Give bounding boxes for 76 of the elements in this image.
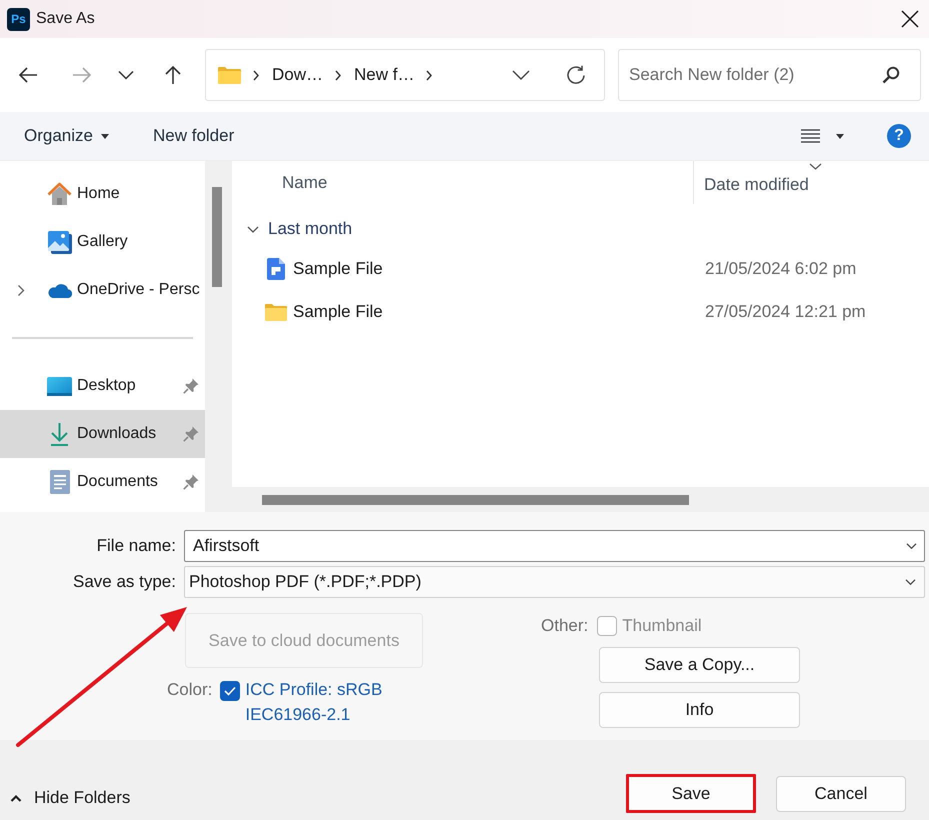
field-label: File name:	[96, 536, 176, 556]
checkbox-label[interactable]: ICC Profile: sRGB IEC61966-2.1	[245, 677, 396, 727]
new-folder-button[interactable]: New folder	[152, 126, 234, 146]
close-button[interactable]	[901, 10, 919, 28]
arrow-left-icon	[18, 66, 38, 84]
file-type-dropdown[interactable]: Photoshop PDF (*.PDF;*.PDP)	[184, 566, 925, 598]
chevron-down-icon	[118, 70, 134, 80]
breadcrumb[interactable]: New f…	[354, 65, 414, 85]
scrollbar-track[interactable]	[232, 487, 929, 512]
document-icon	[267, 258, 285, 280]
caret-up-icon	[10, 794, 22, 802]
back-button[interactable]	[18, 66, 38, 84]
folder-icon	[218, 66, 241, 84]
organize-menu-button[interactable]: Organize	[24, 126, 109, 146]
hide-folders-button[interactable]: Hide Folders	[10, 788, 130, 808]
cloud-icon	[47, 282, 72, 298]
date-modified-cell: 27/05/2024 12:21 pm	[705, 302, 866, 320]
chevron-right-icon	[253, 70, 259, 80]
caret-down-icon	[836, 134, 844, 138]
sidebar-item[interactable]: Documents	[0, 458, 205, 506]
scrollbar-thumb[interactable]	[212, 187, 222, 287]
arrow-right-icon	[72, 66, 92, 84]
house-icon	[47, 182, 72, 206]
search-icon[interactable]	[882, 66, 900, 84]
address-bar[interactable]: Dow… New f…	[205, 49, 605, 101]
document-icon	[49, 470, 71, 494]
chevron-down-icon	[247, 226, 259, 232]
color-label: Color:	[167, 679, 212, 701]
scrollbar-track[interactable]	[205, 161, 232, 512]
chevron-down-icon[interactable]	[512, 70, 530, 80]
folder-icon	[265, 302, 287, 320]
arrow-up-icon	[163, 65, 183, 85]
close-icon	[901, 10, 919, 28]
file-row[interactable]: Sample File 27/05/2024 12:21 pm	[232, 290, 929, 333]
chevron-down-icon	[905, 579, 916, 585]
checkbox[interactable]	[220, 681, 240, 701]
pin-icon[interactable]	[183, 378, 199, 394]
file-row[interactable]: Sample File 21/05/2024 6:02 pm	[232, 247, 929, 290]
dialog-button[interactable]: Save	[626, 774, 756, 813]
column-header[interactable]: Name	[282, 172, 328, 192]
chevron-right-icon[interactable]	[17, 284, 25, 296]
up-button[interactable]	[163, 65, 183, 85]
field-label: Save as type:	[72, 572, 176, 592]
sidebar-item[interactable]: Home	[0, 170, 205, 218]
search-field[interactable]: Search New folder (2)	[618, 49, 921, 101]
column-header[interactable]: Date modified	[704, 175, 809, 195]
recent-locations-button[interactable]	[118, 70, 134, 80]
file-name: Sample File	[293, 258, 383, 278]
app-logo: Ps	[7, 8, 30, 30]
view-options-button[interactable]	[801, 129, 844, 143]
scrollbar-thumb[interactable]	[262, 495, 689, 505]
sidebar-item[interactable]: Gallery	[0, 218, 205, 266]
option-button[interactable]: Save a Copy...	[599, 647, 800, 683]
chevron-down-icon[interactable]	[906, 543, 917, 549]
breadcrumb[interactable]: Dow…	[272, 65, 324, 85]
screen-icon	[47, 376, 72, 396]
chevron-right-icon	[335, 70, 342, 80]
caret-down-icon	[100, 134, 109, 138]
group-header[interactable]: Last month	[232, 211, 358, 247]
help-button[interactable]: ?	[887, 124, 911, 148]
pin-icon[interactable]	[183, 474, 199, 490]
sidebar-item[interactable]: Downloads	[0, 410, 205, 458]
window-title: Save As	[36, 10, 95, 28]
list-view-icon	[801, 129, 820, 143]
other-label: Other:	[541, 615, 588, 637]
picture-icon	[47, 230, 72, 254]
chevron-right-icon	[426, 70, 432, 80]
option-button[interactable]: Info	[599, 692, 800, 728]
file-name-field[interactable]: Afirstsoft	[184, 530, 925, 562]
file-name: Sample File	[293, 302, 383, 322]
sidebar-item[interactable]: OneDrive - Persc	[0, 266, 205, 314]
refresh-icon[interactable]	[566, 65, 586, 85]
dialog-button[interactable]: Cancel	[776, 776, 906, 812]
sidebar-item[interactable]: Desktop	[0, 362, 205, 410]
checkmark-icon	[224, 686, 236, 696]
date-modified-cell: 21/05/2024 6:02 pm	[705, 258, 856, 278]
